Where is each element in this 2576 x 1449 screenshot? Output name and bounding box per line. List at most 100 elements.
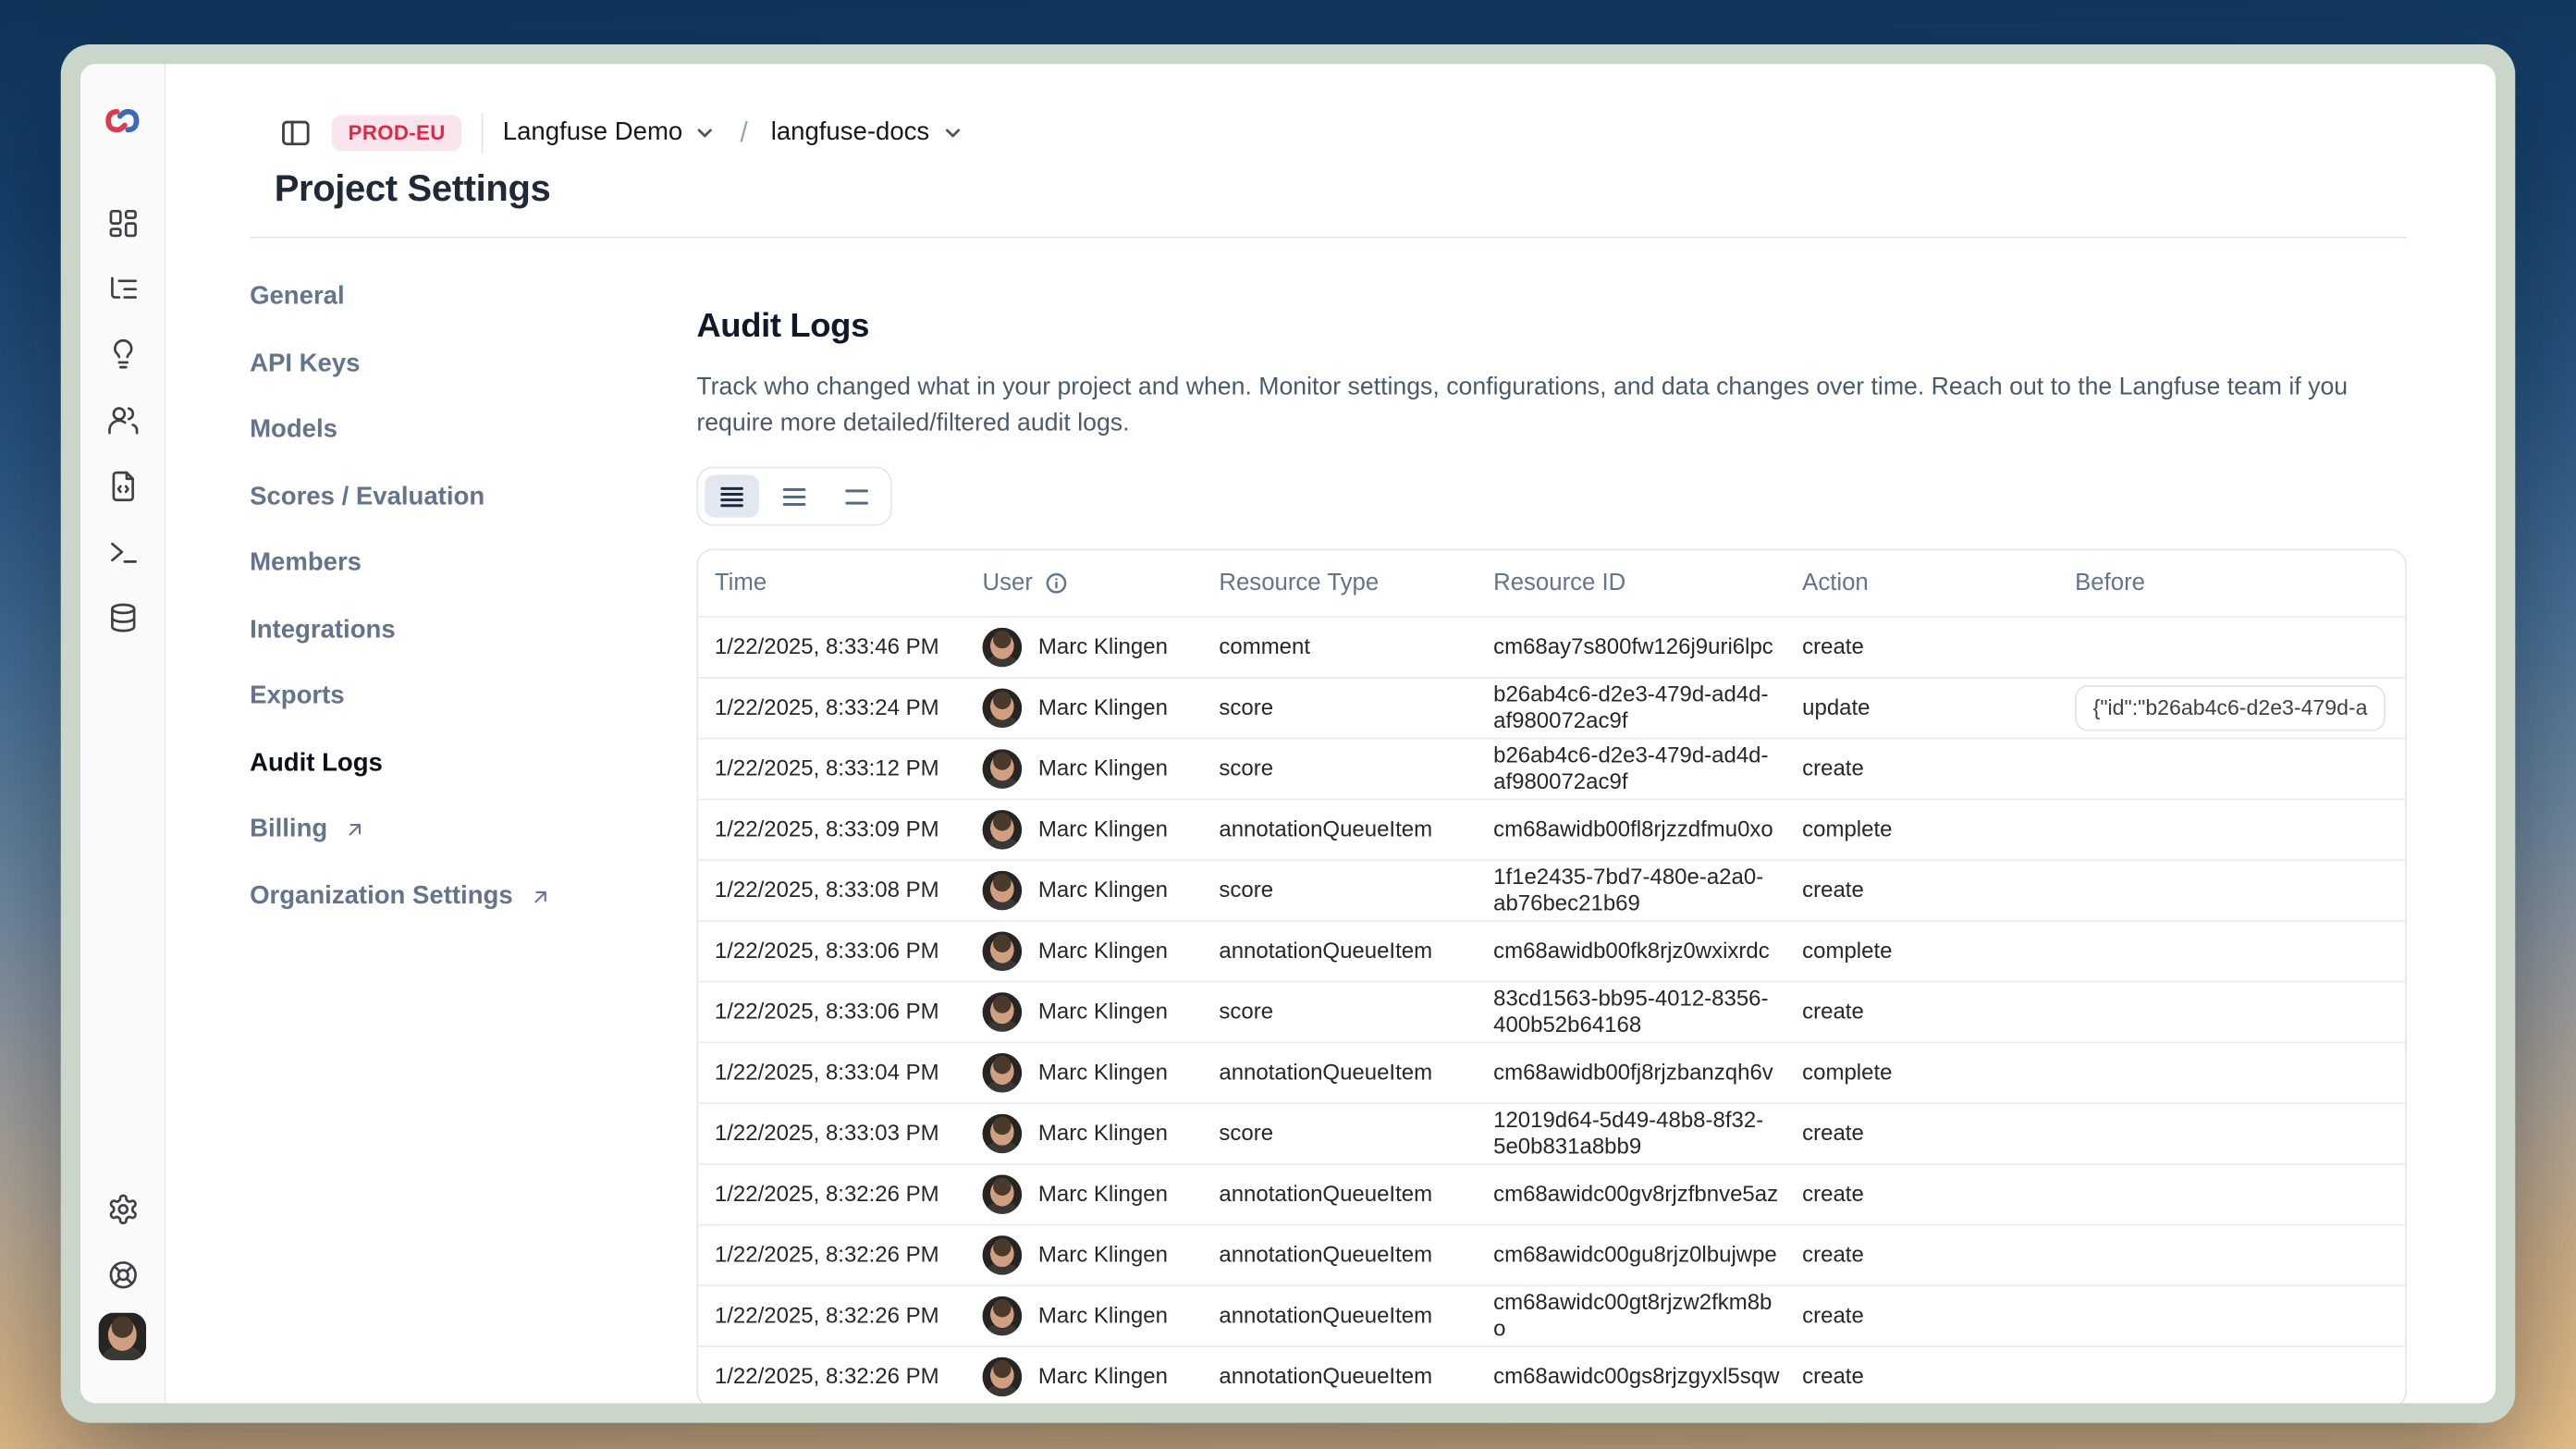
cell-resource-id: cm68awidc00gv8rjzfbnve5az: [1477, 1181, 1785, 1208]
langfuse-logo[interactable]: [94, 92, 150, 148]
row-user-name: Marc Klingen: [1038, 1303, 1168, 1330]
cell-resource-id: 83cd1563-bb95-4012-8356-400b52b64168: [1477, 985, 1785, 1039]
users-icon[interactable]: [94, 393, 150, 448]
cell-action: create: [1785, 1181, 2058, 1208]
project-switcher[interactable]: langfuse-docs: [771, 118, 964, 148]
dashboard-icon[interactable]: [94, 195, 150, 251]
cell-resource-id: cm68ay7s800fw126j9uri6lpc: [1477, 633, 1785, 660]
info-icon[interactable]: [1044, 571, 1067, 595]
row-user-name: Marc Klingen: [1038, 1181, 1168, 1208]
cell-time: 1/22/2025, 8:33:08 PM: [698, 877, 966, 903]
row-height-toggle-group: [696, 467, 891, 526]
cell-resource-id: cm68awidc00gu8rjz0lbujwpe: [1477, 1242, 1785, 1269]
cell-action: create: [1785, 633, 2058, 660]
column-header-user: User: [966, 570, 1203, 596]
row-user-avatar: [983, 1174, 1023, 1214]
external-link-icon: [344, 818, 367, 841]
row-user-name: Marc Klingen: [1038, 938, 1168, 964]
cell-action: create: [1785, 1303, 2058, 1330]
row-user-name: Marc Klingen: [1038, 694, 1168, 721]
chevron-down-icon: [941, 121, 964, 144]
audit-logs-section: Audit Logs Track who changed what in you…: [696, 239, 2407, 1404]
breadcrumb-slash: /: [737, 117, 752, 150]
cell-resource-type: score: [1203, 877, 1478, 903]
page-title: Project Settings: [275, 167, 2407, 210]
nav-item-audit-logs[interactable]: Audit Logs: [250, 750, 696, 776]
row-user-name: Marc Klingen: [1038, 633, 1168, 660]
lightbulb-icon[interactable]: [94, 327, 150, 383]
nav-item-label: Members: [250, 550, 362, 576]
nav-item-models[interactable]: Models: [250, 417, 696, 443]
nav-item-integrations[interactable]: Integrations: [250, 617, 696, 643]
row-height-small-button[interactable]: [705, 474, 759, 517]
section-description: Track who changed what in your project a…: [696, 370, 2372, 440]
tracing-tree-icon[interactable]: [94, 262, 150, 317]
column-header-time: Time: [698, 570, 966, 596]
nav-item-label: Models: [250, 417, 337, 443]
cell-time: 1/22/2025, 8:33:03 PM: [698, 1120, 966, 1147]
file-code-icon[interactable]: [94, 459, 150, 514]
cell-user: Marc Klingen: [966, 688, 1203, 728]
cell-resource-id: cm68awidb00fj8rjzbanzqh6v: [1477, 1060, 1785, 1087]
cell-time: 1/22/2025, 8:33:06 PM: [698, 999, 966, 1025]
row-user-avatar: [983, 871, 1023, 911]
row-user-avatar: [983, 1296, 1023, 1336]
nav-item-label: API Keys: [250, 350, 360, 376]
cell-resource-type: annotationQueueItem: [1203, 1303, 1478, 1330]
cell-resource-type: annotationQueueItem: [1203, 938, 1478, 964]
cell-resource-type: score: [1203, 1120, 1478, 1147]
row-user-avatar: [983, 628, 1023, 668]
cell-resource-id: cm68awidb00fk8rjz0wxixrdc: [1477, 938, 1785, 964]
row-user-name: Marc Klingen: [1038, 1060, 1168, 1087]
nav-item-exports[interactable]: Exports: [250, 683, 696, 709]
terminal-icon[interactable]: [94, 524, 150, 580]
cell-action: update: [1785, 694, 2058, 721]
cell-user: Marc Klingen: [966, 628, 1203, 668]
row-user-name: Marc Klingen: [1038, 1242, 1168, 1269]
cell-time: 1/22/2025, 8:33:12 PM: [698, 755, 966, 782]
nav-item-label: Organization Settings: [250, 883, 513, 909]
settings-gear-icon[interactable]: [94, 1182, 150, 1237]
nav-item-label: General: [250, 284, 345, 310]
cell-time: 1/22/2025, 8:32:26 PM: [698, 1242, 966, 1269]
nav-item-label: Audit Logs: [250, 750, 383, 776]
support-lifebuoy-icon[interactable]: [94, 1247, 150, 1303]
cell-user: Marc Klingen: [966, 931, 1203, 971]
cell-time: 1/22/2025, 8:33:06 PM: [698, 938, 966, 964]
cell-user: Marc Klingen: [966, 1174, 1203, 1214]
row-user-avatar: [983, 1114, 1023, 1154]
table-row: 1/22/2025, 8:32:26 PMMarc Klingenannotat…: [698, 1345, 2405, 1403]
row-height-medium-button[interactable]: [767, 474, 822, 517]
table-row: 1/22/2025, 8:33:09 PMMarc Klingenannotat…: [698, 799, 2405, 860]
user-avatar[interactable]: [99, 1313, 147, 1361]
cell-action: create: [1785, 1120, 2058, 1147]
table-row: 1/22/2025, 8:33:06 PMMarc Klingenscore83…: [698, 981, 2405, 1042]
column-header-action: Action: [1785, 570, 2058, 596]
nav-item-general[interactable]: General: [250, 284, 696, 310]
row-height-large-button[interactable]: [829, 474, 884, 517]
nav-item-organization-settings[interactable]: Organization Settings: [250, 883, 696, 909]
nav-item-label: Scores / Evaluation: [250, 484, 485, 510]
cell-time: 1/22/2025, 8:33:09 PM: [698, 817, 966, 843]
env-badge: PROD-EU: [332, 115, 461, 151]
org-switcher[interactable]: Langfuse Demo: [503, 118, 718, 148]
nav-item-billing[interactable]: Billing: [250, 817, 696, 842]
nav-item-scores-evaluation[interactable]: Scores / Evaluation: [250, 484, 696, 510]
nav-item-members[interactable]: Members: [250, 550, 696, 576]
cell-action: complete: [1785, 1060, 2058, 1087]
cell-resource-type: score: [1203, 755, 1478, 782]
table-row: 1/22/2025, 8:33:12 PMMarc Klingenscoreb2…: [698, 738, 2405, 799]
cell-time: 1/22/2025, 8:33:04 PM: [698, 1060, 966, 1087]
sidebar-toggle-icon[interactable]: [279, 117, 313, 150]
cell-time: 1/22/2025, 8:33:24 PM: [698, 694, 966, 721]
database-icon[interactable]: [94, 590, 150, 645]
cell-action: create: [1785, 999, 2058, 1025]
nav-item-api-keys[interactable]: API Keys: [250, 350, 696, 376]
cell-time: 1/22/2025, 8:33:46 PM: [698, 633, 966, 660]
desktop-background: PROD-EU Langfuse Demo / langfuse-docs Pr…: [0, 0, 2576, 1449]
cell-user: Marc Klingen: [966, 992, 1203, 1032]
cell-resource-id: cm68awidc00gt8rjzw2fkm8bo: [1477, 1289, 1785, 1344]
org-name: Langfuse Demo: [503, 118, 682, 148]
cell-resource-type: annotationQueueItem: [1203, 1363, 1478, 1390]
cell-user: Marc Klingen: [966, 810, 1203, 850]
